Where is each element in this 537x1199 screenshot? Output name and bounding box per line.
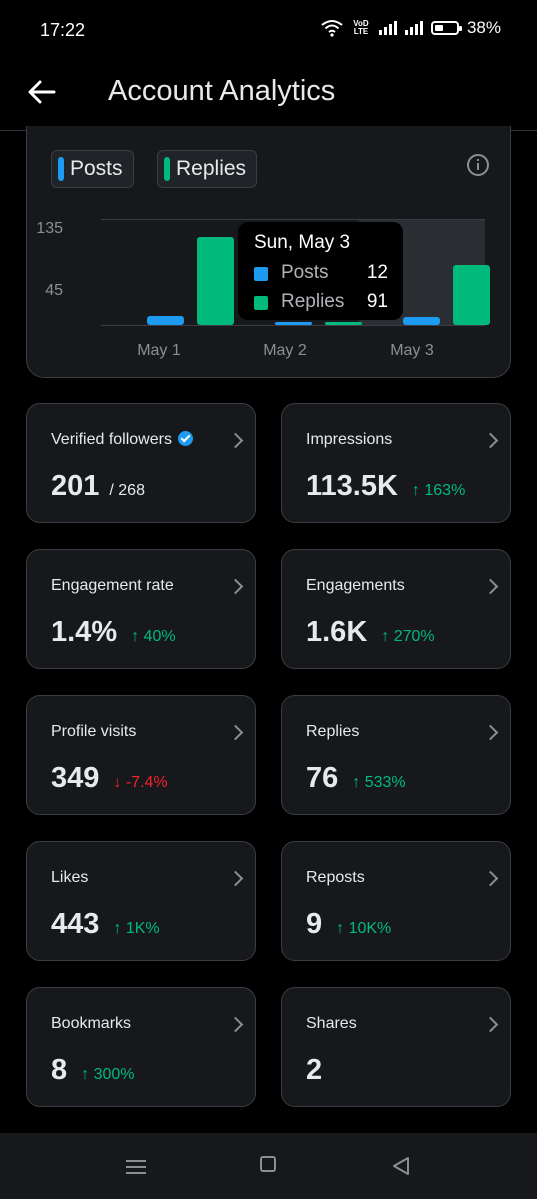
posts-color-swatch (58, 157, 64, 181)
bar-replies-may-1[interactable] (197, 237, 234, 325)
legend-replies-label: Replies (176, 157, 247, 180)
metric-value: 201/ 268 (51, 470, 145, 502)
metric-change: ↑ 533% (352, 774, 406, 791)
menu-icon[interactable] (121, 1156, 151, 1182)
metric-value: 1.4% ↑ 40% (51, 616, 176, 648)
bar-replies-may-2[interactable] (325, 322, 362, 325)
status-icons: VoD LTE 38% (321, 18, 501, 38)
bar-replies-may-3[interactable] (453, 265, 490, 325)
metric-card-profile-visits[interactable]: Profile visits 349 ↓ -7.4% (26, 695, 256, 815)
battery-icon (430, 21, 462, 35)
chevron-right-icon (482, 578, 499, 595)
metric-value: 9 ↑ 10K% (306, 908, 392, 940)
wifi-icon (321, 20, 343, 37)
metric-label: Verified followers (51, 431, 193, 449)
y-tick-label: 45 (45, 282, 63, 299)
page-title: Account Analytics (108, 75, 336, 107)
tooltip-posts-label: Posts (281, 262, 329, 283)
legend-replies-chip[interactable]: Replies (157, 150, 258, 188)
x-tick-label: May 2 (263, 342, 307, 359)
gridline-top (101, 219, 485, 220)
home-icon (260, 1156, 276, 1172)
metric-label: Shares (306, 1015, 357, 1032)
tooltip-replies-value: 91 (366, 291, 388, 312)
metric-change: ↑ 270% (381, 628, 435, 645)
metric-card-reposts[interactable]: Reposts 9 ↑ 10K% (281, 841, 511, 961)
metric-value: 443 ↑ 1K% (51, 908, 160, 940)
signal-icon (378, 21, 397, 35)
metric-change: ↑ 1K% (113, 920, 160, 937)
metric-label: Replies (306, 723, 360, 740)
metric-change: ↑ 300% (81, 1066, 135, 1083)
verified-badge-icon (177, 431, 193, 446)
metric-card-replies[interactable]: Replies 76 ↑ 533% (281, 695, 511, 815)
metric-card-bookmarks[interactable]: Bookmarks 8 ↑ 300% (26, 987, 256, 1107)
metric-label: Reposts (306, 869, 365, 886)
signal-icon-2 (404, 21, 423, 35)
chevron-right-icon (482, 432, 499, 449)
status-time: 17:22 (40, 20, 86, 40)
back-triangle-icon[interactable] (386, 1153, 416, 1179)
system-nav-bar (0, 1133, 537, 1199)
metric-card-impressions[interactable]: Impressions 113.5K ↑ 163% (281, 403, 511, 523)
metric-change: ↑ 163% (411, 482, 466, 499)
metric-label: Engagements (306, 577, 405, 594)
chevron-right-icon (227, 870, 244, 887)
metric-label: Impressions (306, 431, 393, 448)
x-tick-label: May 1 (137, 342, 181, 359)
info-icon[interactable] (467, 154, 489, 176)
legend-posts-label: Posts (70, 157, 123, 180)
chevron-right-icon (227, 1016, 244, 1033)
gridline-baseline (101, 325, 485, 326)
network-type-label: VoD LTE (353, 19, 369, 36)
metric-value: 8 ↑ 300% (51, 1054, 135, 1086)
bar-posts-may-3[interactable] (403, 317, 440, 325)
bar-posts-may-2[interactable] (275, 322, 312, 325)
x-tick-label: May 3 (390, 342, 434, 359)
tooltip-replies-label: Replies (281, 291, 345, 312)
metric-value: 349 ↓ -7.4% (51, 762, 168, 794)
chevron-right-icon (227, 432, 244, 449)
chevron-right-icon (482, 870, 499, 887)
app-header: Account Analytics (0, 62, 537, 131)
chevron-right-icon (482, 724, 499, 741)
metric-label: Bookmarks (51, 1015, 132, 1032)
metric-total: / 268 (109, 482, 145, 499)
chevron-right-icon (227, 578, 244, 595)
metric-value: 2 (306, 1054, 323, 1086)
metric-card-shares[interactable]: Shares 2 (281, 987, 511, 1107)
back-arrow-icon[interactable] (24, 74, 60, 110)
metric-label: Engagement rate (51, 577, 174, 594)
status-bar: 17:22 VoD LTE 38% (0, 0, 537, 62)
chevron-right-icon (227, 724, 244, 741)
bar-posts-may-1[interactable] (147, 316, 184, 325)
replies-square-icon (254, 296, 268, 310)
replies-color-swatch (164, 157, 170, 181)
battery-percentage: 38% (466, 18, 501, 37)
metric-change: ↑ 40% (131, 628, 176, 645)
chart-tooltip: Sun, May 3 Posts 12 Replies 91 (238, 222, 403, 320)
tooltip-posts-value: 12 (366, 262, 388, 283)
metric-card-verified-followers[interactable]: Verified followers 201/ 268 (26, 403, 256, 523)
chevron-right-icon (482, 1016, 499, 1033)
metric-label: Likes (51, 869, 89, 886)
metric-value: 76 ↑ 533% (306, 762, 406, 794)
metric-label: Profile visits (51, 723, 137, 740)
metric-change: ↑ 10K% (336, 920, 392, 937)
tooltip-date: Sun, May 3 (254, 232, 351, 253)
metric-change: ↓ -7.4% (113, 774, 168, 791)
metric-value: 1.6K ↑ 270% (306, 616, 435, 648)
legend-posts-chip[interactable]: Posts (51, 150, 134, 188)
home-button[interactable] (253, 1153, 283, 1179)
y-tick-label: 135 (36, 220, 63, 237)
metric-value: 113.5K ↑ 163% (306, 470, 466, 502)
posts-square-icon (254, 267, 268, 281)
metric-card-engagement-rate[interactable]: Engagement rate 1.4% ↑ 40% (26, 549, 256, 669)
metric-card-engagements[interactable]: Engagements 1.6K ↑ 270% (281, 549, 511, 669)
metric-card-likes[interactable]: Likes 443 ↑ 1K% (26, 841, 256, 961)
